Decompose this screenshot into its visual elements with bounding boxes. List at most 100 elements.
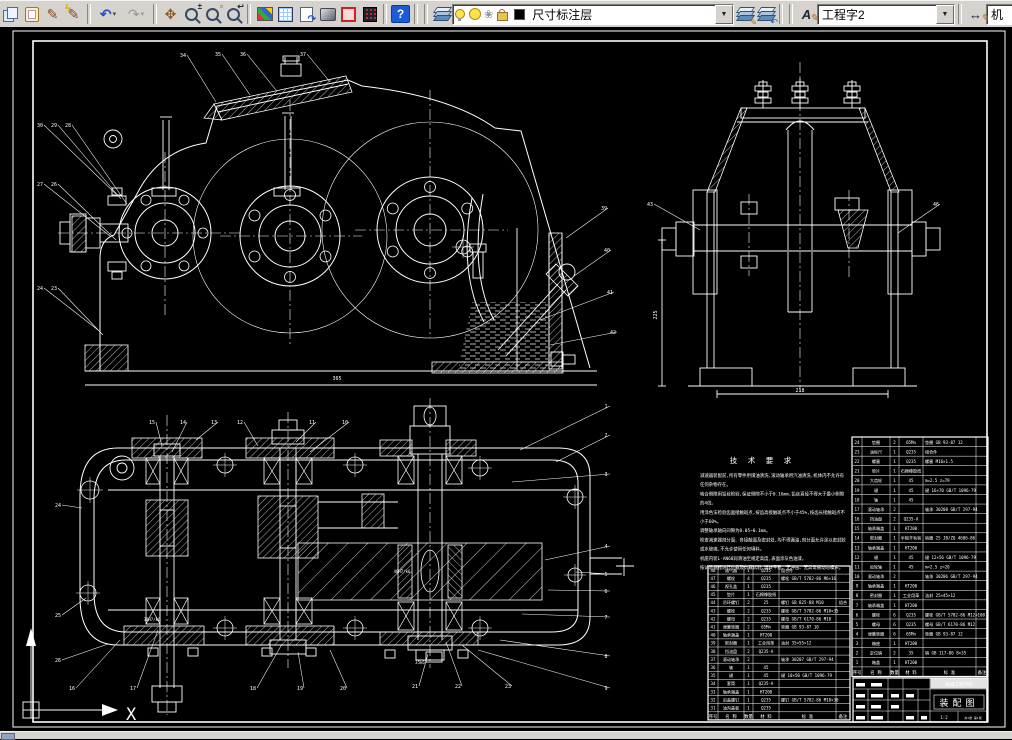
svg-text:45: 45 [909, 497, 914, 502]
svg-text:大齿轮: 大齿轮 [870, 477, 882, 483]
svg-text:23: 23 [51, 286, 57, 292]
svg-text:36: 36 [711, 665, 716, 670]
layers-button[interactable] [431, 3, 452, 25]
svg-text:1: 1 [747, 681, 750, 686]
svg-text:2: 2 [893, 440, 896, 445]
svg-text:18: 18 [250, 686, 256, 692]
svg-text:组合: 组合 [839, 599, 847, 605]
drawing-canvas[interactable]: 技 术 要 求 减速器装配前,所有零件用煤油清洗,滚动轴承用汽油清洗,机体内不允… [0, 27, 1012, 731]
text-style-icon: A✎ [802, 8, 811, 21]
svg-text:1: 1 [604, 404, 607, 410]
layer-tools-button[interactable]: ↶ [755, 3, 776, 25]
svg-text:2: 2 [747, 608, 750, 613]
preview-button[interactable] [317, 3, 338, 25]
render-settings-button[interactable] [254, 3, 275, 25]
svg-text:密封圈: 密封圈 [870, 535, 882, 541]
lightning-icon: ϟ [65, 4, 71, 15]
cad-drawing[interactable]: 技 术 要 求 减速器装配前,所有零件用煤油清洗,滚动轴承用汽油清洗,机体内不允… [0, 27, 1012, 731]
separator [424, 4, 428, 24]
separator [383, 4, 387, 24]
svg-text:13: 13 [855, 545, 860, 550]
svg-text:Q235: Q235 [761, 576, 771, 581]
clipboard-button[interactable] [21, 3, 42, 25]
svg-text:65Mn: 65Mn [761, 625, 771, 630]
svg-text:螺栓 GB/T 5782-86 M12×100: 螺栓 GB/T 5782-86 M12×100 [925, 611, 985, 617]
undo-dropdown-icon[interactable]: ▾ [113, 11, 117, 18]
svg-text:螺母 GB/T 6170-86 M12: 螺母 GB/T 6170-86 M12 [925, 621, 976, 627]
dim-style-button[interactable]: ↔✎ [965, 3, 986, 25]
format-painter-button[interactable]: ✎ϟ [63, 3, 84, 25]
svg-text:1: 1 [893, 488, 896, 493]
dim-style-combobox[interactable]: 机 [986, 4, 1012, 25]
svg-text:名 称: 名 称 [870, 669, 882, 676]
new-layer-button[interactable]: ✎ [734, 3, 755, 25]
sheet-settings-button[interactable]: ↷ [296, 3, 317, 25]
svg-text:调整轴承轴向间隙为0.05~0.1mm。: 调整轴承轴向间隙为0.05~0.1mm。 [700, 527, 770, 534]
layer-manager-button[interactable] [275, 3, 296, 25]
svg-text:1: 1 [893, 459, 896, 464]
svg-text:垫片: 垫片 [727, 591, 735, 597]
svg-text:5: 5 [604, 572, 607, 578]
svg-text:螺塞: 螺塞 [872, 458, 880, 464]
copy-button[interactable] [0, 3, 21, 25]
text-style-button[interactable]: A✎ [796, 3, 817, 25]
pan-button[interactable]: ✥ [160, 3, 181, 25]
undo-button[interactable]: ↶▾ [94, 3, 122, 25]
text-style-combobox[interactable]: 工程字2 ▼ [817, 4, 955, 25]
layer-on-bulb-icon [455, 9, 465, 19]
text-style-combo-arrow[interactable]: ▼ [936, 5, 954, 24]
svg-text:HT200: HT200 [905, 584, 918, 589]
svg-text:名 称: 名 称 [725, 713, 737, 720]
svg-text:37: 37 [711, 657, 716, 662]
svg-text:垫圈 GB 93-87 12: 垫圈 GB 93-87 12 [925, 630, 963, 636]
svg-text:弹簧垫圈: 弹簧垫圈 [868, 630, 884, 636]
svg-text:17: 17 [130, 686, 136, 692]
svg-text:1: 1 [747, 584, 750, 589]
svg-text:9: 9 [604, 686, 607, 692]
layer-combobox[interactable]: ❀ 尺寸标注层 ▼ [452, 4, 734, 25]
grid-table-icon [278, 7, 293, 22]
svg-text:39: 39 [601, 206, 607, 212]
svg-text:6: 6 [856, 612, 859, 617]
zoom-window-button[interactable]: ▫ [202, 3, 223, 25]
svg-text:1: 1 [893, 478, 896, 483]
svg-text:任何杂物存在。: 任何杂物存在。 [700, 481, 731, 488]
svg-text:1: 1 [893, 469, 896, 474]
svg-text:6: 6 [604, 589, 607, 595]
svg-text:6: 6 [893, 631, 896, 636]
svg-text:螺栓 GB/T 5782-86 M6×16: 螺栓 GB/T 5782-86 M6×16 [781, 575, 837, 581]
svg-text:螺栓: 螺栓 [727, 607, 735, 613]
layer-combo-arrow[interactable]: ▼ [715, 5, 733, 24]
svg-text:225: 225 [653, 310, 659, 319]
svg-text:16: 16 [855, 517, 860, 522]
help-button[interactable]: ? [390, 3, 411, 25]
svg-text:36: 36 [240, 52, 246, 58]
layer-lock-icon [497, 12, 508, 21]
svg-text:螺栓: 螺栓 [872, 611, 880, 617]
svg-text:2: 2 [604, 433, 607, 439]
svg-text:1:2: 1:2 [940, 715, 948, 720]
ole-object-button[interactable] [338, 3, 359, 25]
svg-text:1: 1 [747, 706, 750, 711]
redo-button[interactable]: ↷▾ [122, 3, 150, 25]
svg-text:1: 1 [893, 564, 896, 569]
separator [247, 4, 251, 24]
svg-text:19: 19 [297, 686, 303, 692]
svg-text:Q235: Q235 [761, 608, 771, 613]
separator [958, 4, 962, 24]
svg-text:40H7/k6: 40H7/k6 [394, 569, 411, 574]
svg-text:m=2.5 z=79: m=2.5 z=79 [925, 478, 950, 483]
zoom-previous-button[interactable]: ↩ [223, 3, 244, 25]
arrow-overlay-icon: ↶ [770, 18, 778, 27]
svg-text:的4倍。: 的4倍。 [700, 500, 716, 507]
svg-text:6: 6 [893, 612, 896, 617]
svg-text:24: 24 [37, 286, 43, 292]
zoom-inout-button[interactable]: ± [181, 3, 202, 25]
calculator-button[interactable] [359, 3, 380, 25]
brush-button[interactable]: ✎ [42, 3, 63, 25]
svg-text:11: 11 [309, 420, 315, 426]
redo-dropdown-icon[interactable]: ▾ [141, 11, 145, 18]
svg-text:6: 6 [893, 622, 896, 627]
clipboard-icon [25, 7, 39, 22]
svg-text:2: 2 [856, 651, 859, 656]
